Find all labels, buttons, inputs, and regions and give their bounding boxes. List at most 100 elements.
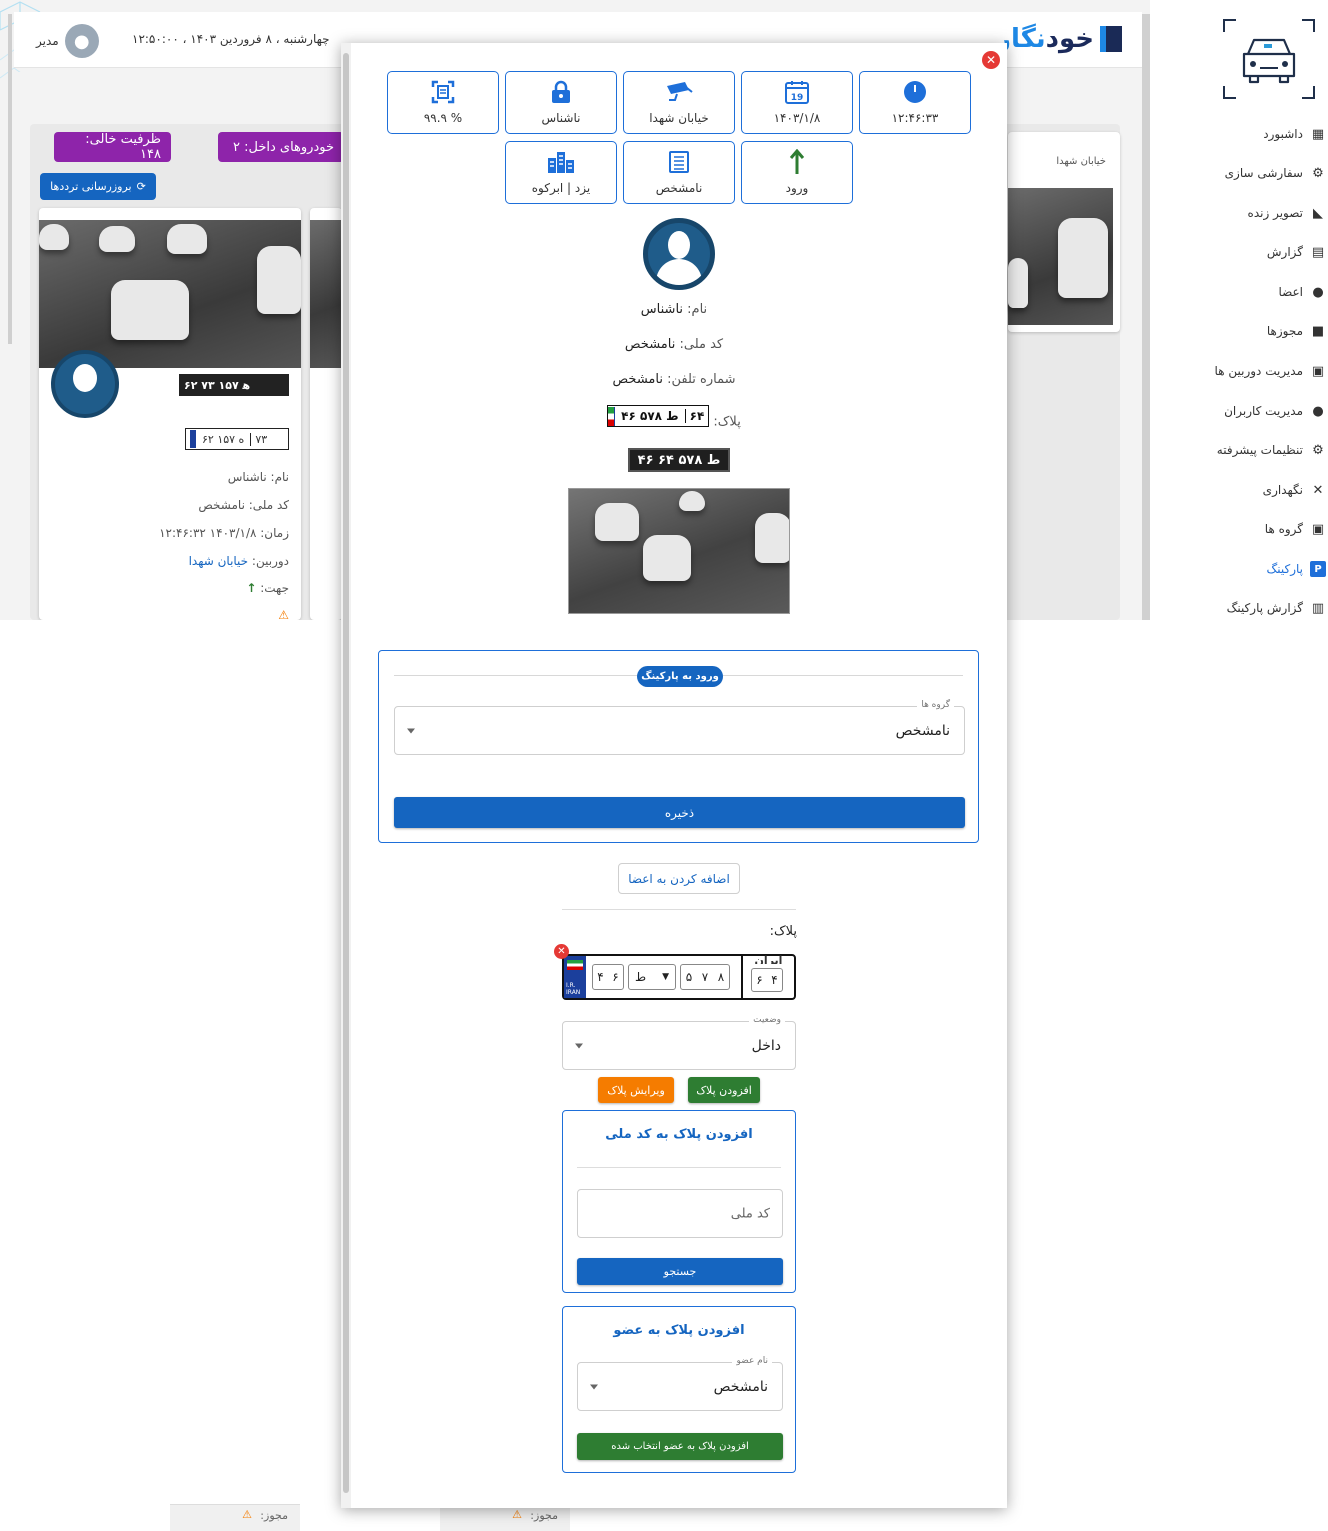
sidebar-item-label: پارکینگ xyxy=(1266,562,1304,576)
sidebar-divider xyxy=(1142,14,1150,620)
current-datetime: چهارشنبه ، ۸ فروردین ۱۴۰۳ ، ۱۲:۵۰:۰۰ xyxy=(132,32,330,46)
plate-ir-text: I.R. xyxy=(566,982,576,989)
user-avatar-icon: ● xyxy=(64,24,99,58)
info-date-label: ۱۴۰۳/۱/۸ xyxy=(773,111,821,125)
camera-card-title: خیابان شهدا xyxy=(1056,156,1106,167)
left-scrollbar[interactable] xyxy=(8,14,12,344)
status-select[interactable]: وضعیت داخل xyxy=(562,1015,796,1070)
member-name-value: نامشخص xyxy=(713,1378,768,1395)
empty-capacity-badge: ظرفیت خالی: ۱۴۸ xyxy=(54,132,171,162)
sidebar-item-groups[interactable]: ▣ گروه ها xyxy=(1265,521,1326,537)
sidebar-item-customization[interactable]: ⚙ سفارشی سازی xyxy=(1225,165,1326,181)
add-plate-button[interactable]: افزودن پلاک xyxy=(688,1077,760,1103)
traffic-card[interactable]: ۶۲ ﻫ ۱۵۷ ۷۳ ۶۲ ه ۱۵۷ ۷۳ نام: ناشناس کد م… xyxy=(39,208,301,620)
phone-value: نامشخص xyxy=(612,372,663,387)
traffic-card-partial[interactable] xyxy=(310,208,342,620)
add-plate-by-national-code-title: افزودن پلاک به کد ملی xyxy=(605,1127,753,1142)
card-direction: جهت: ↑ xyxy=(246,581,289,595)
person-avatar-icon xyxy=(643,218,715,290)
plate-letter-select[interactable]: ط ▼ xyxy=(628,964,676,990)
card-camera-label: دوربین: xyxy=(248,554,289,568)
sidebar-item-label: اعضا xyxy=(1278,285,1303,299)
refresh-traffic-button[interactable]: ⟳ بروزرسانی ترددها xyxy=(40,173,156,200)
refresh-label: بروزرسانی ترددها xyxy=(50,180,132,193)
add-plate-by-member-box: افزودن پلاک به عضو نام عضو نامشخص افزودن… xyxy=(562,1306,796,1473)
sidebar-item-label: داشبورد xyxy=(1263,127,1303,141)
empty-capacity-text: ظرفیت خالی: ۱۴۸ xyxy=(85,132,161,162)
parking-entry-box: ورود به پارکینگ گروه ها نامشخص ذخیره xyxy=(378,650,979,843)
user-menu[interactable]: ● مدیر xyxy=(36,24,99,58)
plate-digit: ۶ xyxy=(756,973,763,987)
camera-icon: ◣ xyxy=(1313,205,1323,221)
plate-digit: ۸ xyxy=(717,970,725,984)
info-date: 19 ۱۴۰۳/۱/۸ xyxy=(741,71,853,134)
users-icon: ● xyxy=(1312,403,1324,419)
city-icon xyxy=(506,148,616,176)
info-member-status: ناشناس xyxy=(505,71,617,134)
add-plate-to-member-button[interactable]: افزودن پلاک به عضو انتخاب شده xyxy=(577,1433,783,1460)
plate-region-digits[interactable]: ۶ ۴ xyxy=(751,968,783,992)
modal-scrollbar[interactable] xyxy=(341,43,351,1508)
iran-flag-icon xyxy=(567,960,583,970)
sidebar-item-parking[interactable]: P پارکینگ xyxy=(1266,561,1326,577)
add-plate-by-member-title: افزودن پلاک به عضو xyxy=(613,1323,745,1338)
info-city: یزد | ابرکوه xyxy=(505,141,617,204)
search-button[interactable]: جستجو xyxy=(577,1258,783,1285)
sidebar-item-members[interactable]: ● اعضا xyxy=(1278,284,1326,300)
sidebar-item-advanced-settings[interactable]: ⚙ تنظیمات پیشرفته xyxy=(1217,442,1326,458)
arrow-up-icon xyxy=(742,148,852,176)
plate-digits-middle[interactable]: ۵ ۷ ۸ xyxy=(680,964,730,990)
sidebar-item-label: گزارش پارکینگ xyxy=(1226,601,1303,615)
arrow-up-icon: ↑ xyxy=(246,581,257,595)
member-name-select[interactable]: نام عضو نامشخص xyxy=(577,1356,783,1411)
sidebar-item-dashboard[interactable]: ▦ داشبورد xyxy=(1263,126,1326,142)
sidebar-item-parking-report[interactable]: ▥ گزارش پارکینگ xyxy=(1227,600,1326,616)
close-modal-button[interactable]: ✕ xyxy=(982,51,1000,69)
sidebar-item-report[interactable]: ▤ گزارش xyxy=(1267,244,1326,260)
caret-down-icon xyxy=(407,728,415,733)
national-code-input[interactable]: کد ملی xyxy=(577,1189,783,1238)
plate-digits-first[interactable]: ۴ ۶ xyxy=(592,964,624,990)
close-icon: ✕ xyxy=(557,946,566,957)
groups-select[interactable]: گروه ها نامشخص xyxy=(394,700,965,755)
sidebar-item-permits[interactable]: ■ مجوزها xyxy=(1267,323,1326,339)
plate-flag-icon xyxy=(608,406,616,426)
info-accuracy-label: % ۹۹.۹ xyxy=(423,111,463,125)
warning-icon: ⚠ xyxy=(512,1508,522,1521)
vehicle-photo[interactable] xyxy=(568,488,790,614)
plate-photo-crop: ۶۲ ﻫ ۱۵۷ ۷۳ xyxy=(179,374,289,396)
sidebar-item-user-management[interactable]: ● مدیریت کاربران xyxy=(1224,403,1326,419)
groups-icon: ▣ xyxy=(1311,521,1325,537)
info-time-label: ۱۲:۴۶:۳۳ xyxy=(891,111,939,125)
card-name: نام: ناشناس xyxy=(227,470,289,484)
save-button[interactable]: ذخیره xyxy=(394,797,965,828)
vehicle-photo-partial xyxy=(310,220,342,368)
sidebar-item-live-view[interactable]: ◣ تصویر زنده xyxy=(1248,205,1326,221)
camera-card[interactable]: خیابان شهدا xyxy=(1008,132,1120,332)
info-camera[interactable]: خیابان شهدا xyxy=(623,71,735,134)
sidebar-item-maintenance[interactable]: ✕ نگهداری xyxy=(1263,482,1326,498)
card-plate: ۶۲ ه ۱۵۷ ۷۳ xyxy=(185,428,289,450)
plate-digit: ۵ xyxy=(685,970,693,984)
dashboard-icon: ▦ xyxy=(1311,126,1325,142)
modal-scrollbar-thumb[interactable] xyxy=(343,53,349,1493)
card-camera-link[interactable]: خیابان شهدا xyxy=(189,554,249,568)
card-direction-label: جهت: xyxy=(260,581,289,595)
info-accuracy: % ۹۹.۹ xyxy=(387,71,499,134)
sidebar-item-label: گروه ها xyxy=(1264,522,1303,536)
name-label: نام: xyxy=(687,302,708,317)
warning-icon: ⚠ xyxy=(278,608,289,620)
sidebar-item-label: تنظیمات پیشرفته xyxy=(1216,443,1303,457)
edit-plate-button[interactable]: ویرایش پلاک xyxy=(598,1077,674,1103)
permit-label: مجوز: xyxy=(260,1509,288,1522)
svg-text:19: 19 xyxy=(791,93,804,103)
national-code-label: کد ملی: xyxy=(679,337,724,352)
sidebar-item-camera-management[interactable]: ▣ مدیریت دوربین ها xyxy=(1215,363,1326,379)
card-camera: دوربین: خیابان شهدا xyxy=(189,554,289,568)
parking-report-icon: ▥ xyxy=(1311,600,1325,616)
remove-plate-button[interactable]: ✕ xyxy=(554,944,569,959)
info-direction: ورود xyxy=(741,141,853,204)
profile-phone: شماره تلفن: نامشخص xyxy=(341,372,1007,387)
add-to-members-button[interactable]: اضافه کردن به اعضا xyxy=(618,863,740,894)
car-logo-icon xyxy=(1223,19,1315,99)
